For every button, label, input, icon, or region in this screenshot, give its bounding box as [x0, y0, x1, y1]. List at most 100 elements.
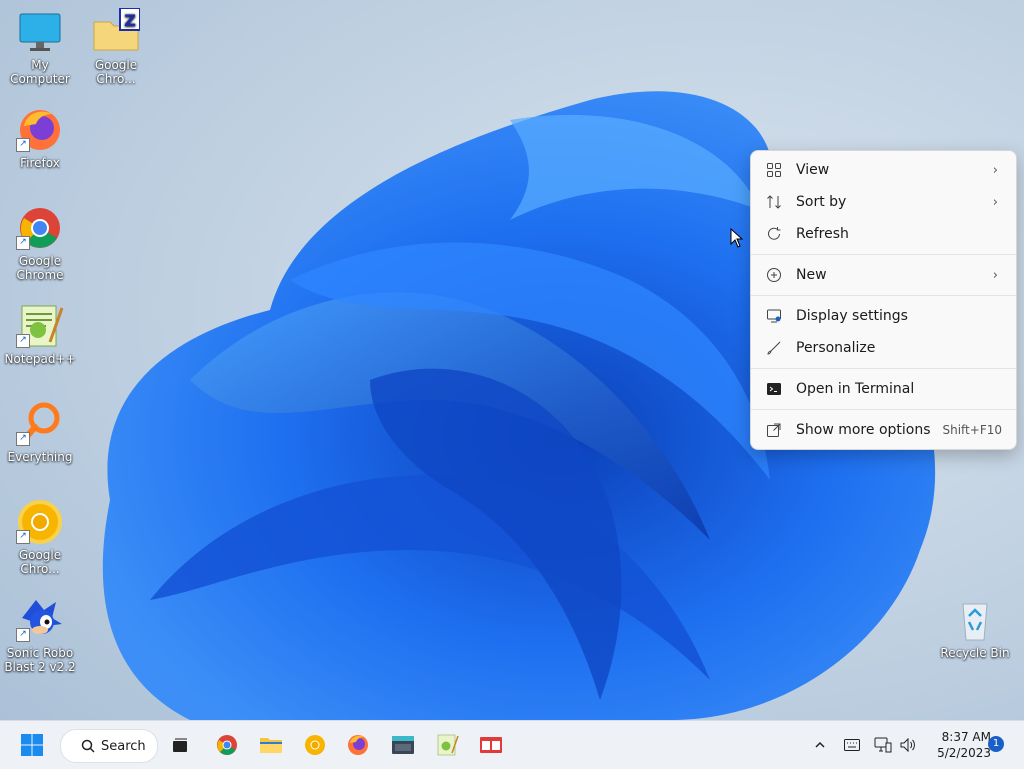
monitor-icon [16, 8, 64, 56]
desktop-icon-label: My Computer [10, 58, 70, 86]
context-menu-item-new[interactable]: New › [755, 260, 1012, 290]
terminal-icon [764, 379, 784, 399]
clock-date: 5/2/2023 [937, 746, 991, 760]
context-menu-item-display-settings[interactable]: Display settings [755, 301, 1012, 331]
chrome-icon: ↗ [16, 204, 64, 252]
network-icon [874, 737, 892, 753]
desktop-icon-firefox[interactable]: ↗ Firefox [0, 106, 80, 170]
context-menu-label: New [796, 267, 827, 283]
plus-circle-icon [764, 265, 784, 285]
recycle-bin-icon [951, 596, 999, 644]
context-menu-item-open-in-terminal[interactable]: Open in Terminal [755, 374, 1012, 404]
keyboard-icon [844, 739, 860, 751]
desktop-icon-my-computer[interactable]: My Computer [0, 8, 80, 86]
taskbar-firefox[interactable] [340, 729, 376, 761]
context-menu-item-sort-by[interactable]: Sort by › [755, 187, 1012, 217]
desktop-icon-label: Google Chrome [16, 254, 64, 282]
svg-text:Z: Z [124, 11, 136, 30]
context-menu-item-refresh[interactable]: Refresh [755, 219, 1012, 249]
context-menu-label: Open in Terminal [796, 381, 915, 397]
desktop-icon-sonic-robo-blast[interactable]: ↗ Sonic Robo Blast 2 v2.2 [0, 596, 80, 674]
chrome-icon [217, 735, 237, 755]
app-red-icon [480, 737, 502, 753]
desktop-context-menu: View › Sort by › Refresh New › Display s… [750, 150, 1017, 450]
taskbar-chrome[interactable] [209, 729, 245, 761]
menu-separator [751, 409, 1016, 410]
task-view-button[interactable] [162, 729, 198, 761]
desktop-icon-label: Everything [7, 450, 73, 464]
clock-time: 8:37 AM [941, 730, 991, 744]
desktop-icon-label: Recycle Bin [940, 646, 1010, 660]
desktop-icon-google-chrome[interactable]: ↗ Google Chrome [0, 204, 80, 282]
grid-icon [764, 160, 784, 180]
sort-icon [764, 192, 784, 212]
taskbar-search-box[interactable]: Search [60, 729, 158, 763]
shortcut-arrow-icon: ↗ [16, 530, 30, 544]
notepad-icon [437, 734, 459, 756]
chrome-canary-icon [305, 735, 325, 755]
desktop-icon-google-chrome-portable[interactable]: Z Google Chro... [76, 7, 156, 86]
windows-logo-icon [21, 734, 43, 756]
context-menu-item-show-more-options[interactable]: Show more options Shift+F10 [755, 415, 1012, 445]
sonic-icon: ↗ [16, 596, 64, 644]
context-menu-item-personalize[interactable]: Personalize [755, 333, 1012, 363]
shortcut-arrow-icon: ↗ [16, 628, 30, 642]
task-view-icon [173, 738, 187, 752]
notepad-icon: ↗ [16, 302, 64, 350]
volume-button[interactable] [897, 729, 919, 761]
desktop-icon-google-chrome-canary[interactable]: ↗ Google Chro... [0, 498, 80, 576]
shortcut-arrow-icon: ↗ [16, 236, 30, 250]
refresh-icon [764, 224, 784, 244]
context-menu-label: Refresh [796, 226, 849, 242]
chevron-up-icon [815, 741, 825, 748]
context-menu-label: Display settings [796, 308, 908, 324]
taskbar-app-red[interactable] [473, 729, 509, 761]
context-menu-label: Show more options [796, 422, 931, 438]
zip-folder-icon: Z [92, 7, 141, 56]
context-menu-label: Sort by [796, 194, 847, 210]
magnifier-icon: ↗ [16, 400, 64, 448]
shortcut-arrow-icon: ↗ [16, 432, 30, 446]
taskbar-file-explorer[interactable] [253, 729, 289, 761]
display-icon [764, 306, 784, 326]
brush-icon [764, 338, 784, 358]
speaker-icon [900, 737, 915, 753]
desktop-icon-everything[interactable]: ↗ Everything [0, 400, 80, 464]
firefox-icon [348, 735, 368, 755]
menu-separator [751, 254, 1016, 255]
desktop-icon-notepad-plus-plus[interactable]: ↗ Notepad++ [0, 302, 80, 366]
desktop-icon-label: Notepad++ [4, 352, 76, 366]
taskbar-chrome-canary[interactable] [297, 729, 333, 761]
shortcut-arrow-icon: ↗ [16, 138, 30, 152]
desktop-icon-label: Sonic Robo Blast 2 v2.2 [4, 646, 76, 674]
menu-separator [751, 368, 1016, 369]
desktop-icon-label: Google Chro... [18, 548, 62, 576]
search-label: Search [101, 738, 146, 754]
keyboard-button[interactable] [840, 729, 864, 761]
shortcut-hint: Shift+F10 [942, 423, 1002, 437]
network-button[interactable] [872, 729, 894, 761]
shortcut-arrow-icon: ↗ [16, 334, 30, 348]
chevron-right-icon: › [992, 162, 998, 178]
taskbar-app-window[interactable] [385, 729, 421, 761]
chrome-canary-icon: ↗ [16, 498, 64, 546]
notification-badge[interactable]: 1 [988, 736, 1004, 752]
context-menu-item-view[interactable]: View › [755, 155, 1012, 185]
desktop-icon-recycle-bin[interactable]: Recycle Bin [935, 596, 1015, 660]
context-menu-label: View [796, 162, 830, 178]
firefox-icon: ↗ [16, 106, 64, 154]
desktop-icon-label: Google Chro... [94, 58, 138, 86]
show-hidden-icons-button[interactable] [808, 729, 832, 761]
taskbar-clock[interactable]: 8:37 AM 5/2/2023 [925, 729, 991, 761]
chevron-right-icon: › [992, 194, 998, 210]
folder-icon [260, 738, 282, 753]
chevron-right-icon: › [992, 267, 998, 283]
mouse-cursor-icon [730, 228, 744, 248]
app-window-icon [392, 736, 414, 754]
external-icon [764, 420, 784, 440]
start-button[interactable] [14, 729, 50, 761]
menu-separator [751, 295, 1016, 296]
desktop-icon-label: Firefox [20, 156, 60, 170]
taskbar-notepad-plus-plus[interactable] [429, 729, 465, 761]
taskbar: Search 8:37 AM 5/2/2023 [0, 720, 1024, 769]
